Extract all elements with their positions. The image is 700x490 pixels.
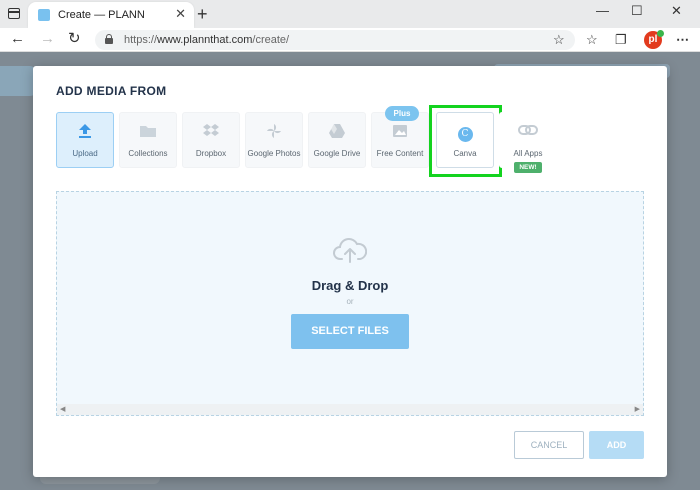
- dropbox-icon: [183, 123, 239, 144]
- google-drive-icon: [309, 123, 365, 144]
- canva-highlight-box: [429, 105, 502, 177]
- browser-tab-strip: Create — PLANN ✕ + — ☐ ✕: [0, 0, 700, 28]
- cancel-button[interactable]: CANCEL: [514, 431, 584, 459]
- source-all-apps-label: All Apps: [513, 149, 543, 158]
- source-collections[interactable]: Collections: [119, 112, 177, 168]
- tab-title: Create — PLANN: [58, 9, 145, 21]
- url-input[interactable]: https://www.plannthat.com/create/: [95, 30, 575, 50]
- profile-avatar[interactable]: pl: [644, 30, 664, 49]
- source-all-apps[interactable]: All Apps: [499, 112, 557, 168]
- source-collections-label: Collections: [128, 149, 168, 158]
- favorite-star-icon[interactable]: ☆: [553, 32, 565, 48]
- upload-icon: [57, 123, 113, 144]
- source-google-photos-label: Google Photos: [247, 149, 301, 158]
- backdrop-sidebar: [0, 66, 36, 96]
- scroll-left-icon[interactable]: ◀: [60, 405, 65, 414]
- collections-icon[interactable]: ❐: [615, 32, 627, 48]
- folder-icon: [120, 123, 176, 144]
- drag-drop-title: Drag & Drop: [311, 278, 389, 293]
- modal-title: ADD MEDIA FROM: [56, 84, 167, 98]
- forward-button[interactable]: →: [40, 31, 55, 47]
- lock-icon[interactable]: [105, 34, 113, 44]
- new-badge: NEW!: [514, 162, 542, 173]
- plus-badge: Plus: [385, 106, 419, 121]
- refresh-button[interactable]: ↻: [68, 31, 81, 47]
- image-icon: [372, 123, 428, 144]
- add-media-modal: ADD MEDIA FROM Upload Collections Dropbo…: [33, 66, 667, 477]
- url-text: https://www.plannthat.com/create/: [124, 34, 290, 46]
- select-files-button[interactable]: SELECT FILES: [291, 314, 409, 349]
- source-google-photos[interactable]: Google Photos: [245, 112, 303, 168]
- browser-tab[interactable]: Create — PLANN ✕: [28, 2, 194, 28]
- more-menu-icon[interactable]: ⋯: [676, 32, 689, 48]
- tab-close-icon[interactable]: ✕: [175, 7, 186, 21]
- source-google-drive[interactable]: Google Drive: [308, 112, 366, 168]
- tab-actions-icon[interactable]: [6, 6, 22, 22]
- google-photos-icon: [246, 123, 302, 144]
- add-button[interactable]: ADD: [589, 431, 644, 459]
- minimize-button[interactable]: —: [596, 3, 609, 19]
- scroll-right-icon[interactable]: ▶: [635, 405, 640, 414]
- cloud-upload-icon: [333, 238, 368, 264]
- maximize-button[interactable]: ☐: [631, 3, 643, 19]
- horizontal-scrollbar[interactable]: ◀ ▶: [57, 404, 643, 415]
- site-favicon-icon: [38, 9, 50, 21]
- drop-zone[interactable]: Drag & Drop or SELECT FILES ◀ ▶: [56, 191, 644, 416]
- source-upload-label: Upload: [72, 149, 98, 158]
- favorites-list-icon[interactable]: ☆: [586, 32, 598, 48]
- link-icon: [500, 123, 556, 142]
- or-separator: or: [346, 297, 354, 306]
- address-toolbar: ← → ↻ https://www.plannthat.com/create/ …: [0, 28, 700, 52]
- back-button[interactable]: ←: [10, 31, 25, 47]
- source-upload[interactable]: Upload: [56, 112, 114, 168]
- new-tab-button[interactable]: +: [197, 4, 208, 24]
- source-dropbox-label: Dropbox: [195, 149, 227, 158]
- source-dropbox[interactable]: Dropbox: [182, 112, 240, 168]
- source-google-drive-label: Google Drive: [313, 149, 361, 158]
- window-close-button[interactable]: ✕: [671, 3, 682, 19]
- source-free-content-label: Free Content: [376, 149, 424, 158]
